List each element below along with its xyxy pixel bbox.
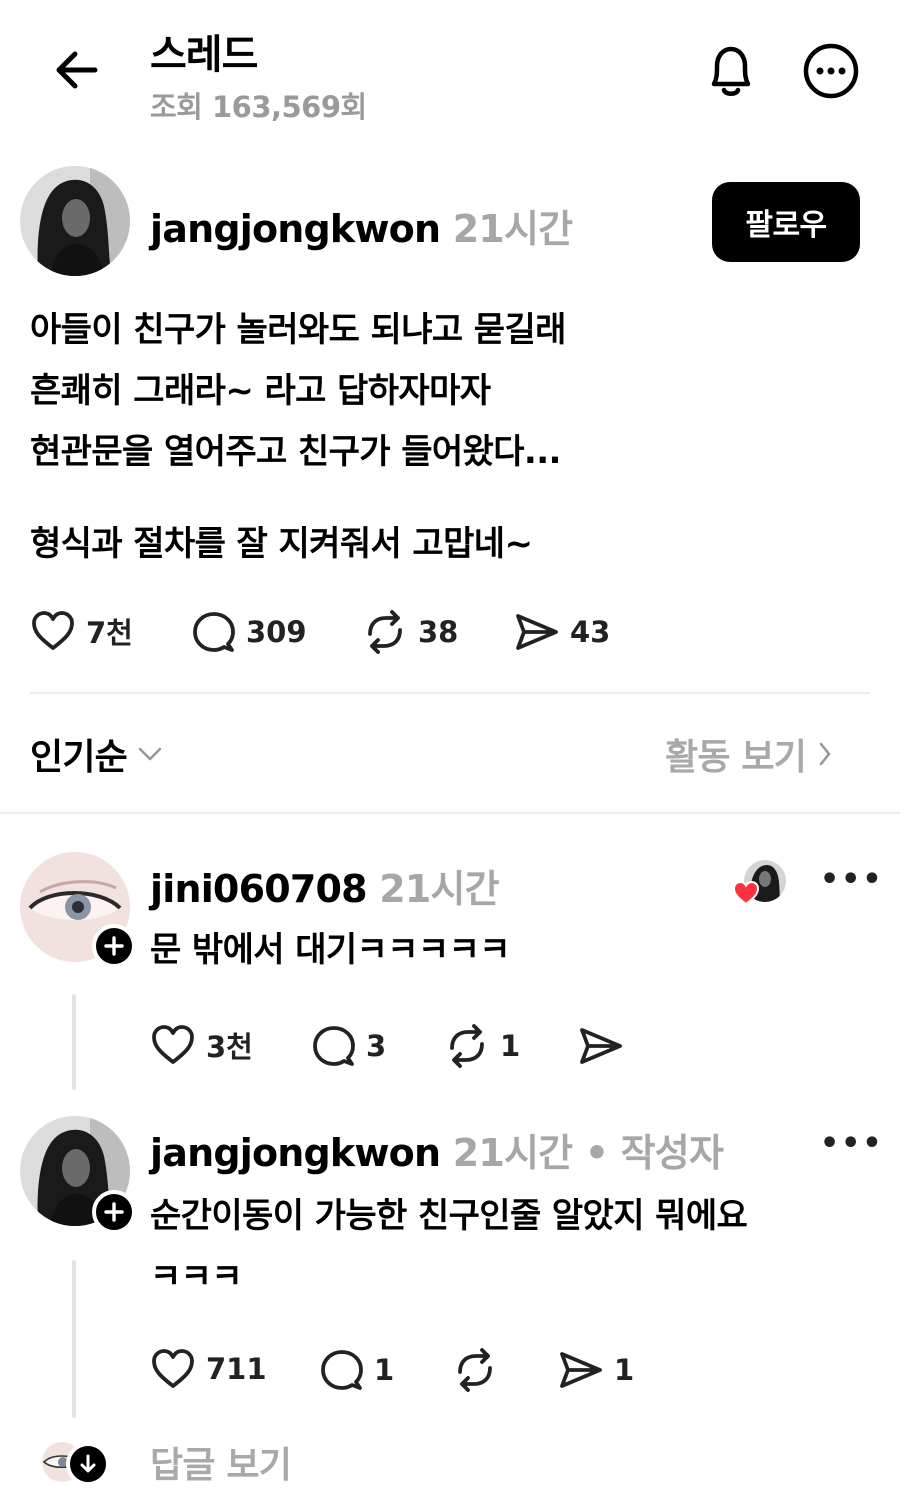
comment-button[interactable]: 1 (320, 1348, 394, 1392)
notification-button[interactable] (700, 40, 762, 102)
send-icon (560, 1352, 602, 1388)
share-count: 1 (614, 1353, 635, 1387)
like-button[interactable]: 3천 (150, 1024, 253, 1066)
share-button[interactable]: 1 (558, 1348, 634, 1392)
share-button[interactable]: 43 (514, 610, 610, 654)
more-options-button[interactable] (800, 40, 862, 102)
comment-more-button[interactable]: ••• (820, 1126, 884, 1161)
repost-button[interactable]: 1 (444, 1024, 520, 1068)
expand-replies-button[interactable] (66, 1442, 110, 1486)
view-count: 조회 163,569회 (150, 90, 367, 124)
post-text-line: 아들이 친구가 놀러와도 되냐고 묻길래 (30, 310, 566, 350)
username[interactable]: jini060708 (150, 867, 368, 911)
chevron-right-icon (819, 742, 831, 766)
comment-button[interactable]: 309 (192, 610, 307, 654)
follow-button[interactable]: 팔로우 (712, 182, 860, 262)
chevron-down-icon (138, 747, 162, 761)
heart-icon (152, 1349, 194, 1388)
thread-line (72, 1260, 76, 1418)
activity-label: 활동 보기 (665, 737, 807, 778)
post-time: 21시간 (452, 207, 573, 251)
arrow-down-icon (80, 1454, 96, 1473)
post-author[interactable]: jangjongkwon 21시간 (150, 198, 573, 253)
send-icon (516, 614, 558, 650)
like-count: 711 (206, 1352, 267, 1386)
repost-count: 1 (500, 1029, 521, 1063)
repost-button[interactable] (452, 1348, 508, 1392)
comment-time: 21시간 (452, 1131, 573, 1175)
heart-icon (152, 1025, 194, 1064)
repost-icon (368, 610, 402, 654)
follow-plus-button[interactable] (92, 1190, 136, 1234)
avatar[interactable] (20, 166, 130, 276)
comment-author[interactable]: jini060708 21시간 (150, 858, 500, 913)
heart-icon (32, 611, 74, 650)
comment-more-button[interactable]: ••• (820, 862, 884, 897)
comment-text-line: 순간이동이 가능한 친구인줄 알았지 뭐에요 (150, 1196, 748, 1236)
back-button[interactable] (50, 44, 102, 96)
plus-icon (104, 936, 124, 956)
comment-bubble-icon (193, 612, 235, 652)
see-replies-link[interactable]: 답글 보기 (150, 1436, 292, 1488)
sort-dropdown[interactable]: 인기순 (30, 728, 163, 780)
follow-plus-button[interactable] (92, 924, 136, 968)
post-text-line: 현관문을 열어주고 친구가 들어왔다... (30, 432, 561, 472)
heart-icon (732, 880, 760, 906)
like-count: 3천 (206, 1030, 253, 1064)
comment-count: 1 (374, 1353, 395, 1387)
post-text-line: 형식과 절차를 잘 지켜줘서 고맙네~ (30, 524, 533, 564)
divider (0, 812, 900, 814)
share-count: 43 (570, 615, 611, 649)
comment-author[interactable]: jangjongkwon 21시간 • 작성자 (150, 1122, 724, 1177)
sort-label: 인기순 (30, 737, 128, 778)
share-button[interactable] (578, 1024, 634, 1068)
comment-text-line: ㅋㅋㅋ (150, 1257, 243, 1297)
repost-count: 38 (418, 615, 459, 649)
author-liked-indicator (730, 858, 790, 908)
thread-line (72, 994, 76, 1090)
comment-bubble-icon (321, 1350, 363, 1390)
comment-count: 3 (366, 1029, 387, 1063)
comment-text: 문 밖에서 대기ㅋㅋㅋㅋㅋ (150, 930, 511, 970)
page-title: 스레드 (150, 32, 258, 78)
send-icon (580, 1028, 622, 1064)
comment-time: 21시간 (379, 867, 499, 911)
username[interactable]: jangjongkwon (150, 207, 441, 251)
post-text-line: 흔쾌히 그래라~ 라고 답하자마자 (30, 371, 491, 411)
arrow-left-icon (56, 51, 98, 89)
author-tag: • 작성자 (572, 1131, 724, 1175)
repost-button[interactable]: 38 (362, 610, 458, 654)
bell-icon (711, 46, 751, 96)
more-circle-icon (803, 43, 859, 99)
comment-button[interactable]: 3 (312, 1024, 386, 1068)
repost-icon (458, 1348, 492, 1392)
view-activity-link[interactable]: 활동 보기 (665, 728, 832, 780)
like-button[interactable]: 711 (150, 1348, 267, 1390)
repost-icon (450, 1024, 484, 1068)
divider (30, 692, 870, 694)
comment-bubble-icon (313, 1026, 355, 1066)
like-count: 7천 (86, 616, 133, 650)
plus-icon (104, 1202, 124, 1222)
like-button[interactable]: 7천 (30, 610, 133, 652)
comment-count: 309 (246, 615, 307, 649)
username[interactable]: jangjongkwon (150, 1131, 441, 1175)
